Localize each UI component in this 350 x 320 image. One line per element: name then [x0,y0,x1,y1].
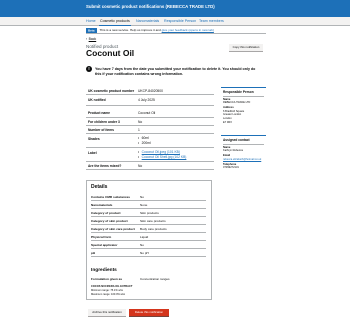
summary-key: UK cosmetic product number [88,88,135,93]
details-row: Category of skin product Skin care produ… [91,217,206,225]
warning-icon: ! [86,66,92,72]
summary-key: Product name [88,111,110,115]
panel-heading: Assigned contact [223,138,250,142]
details-row: Category of product Skin products [91,209,206,217]
details-key: Contains CMR substances [91,195,131,199]
summary-value: 1 [138,128,140,132]
divider [223,96,264,97]
details-value: Skin products [140,211,159,215]
address-line: E7 0RX [223,120,232,124]
item-details-card: Details Contains CMR substances No Nanom… [86,180,212,300]
divider [223,144,264,145]
details-row: Special applicator No [91,241,206,249]
summary-value: UKCP-84020500 [138,88,163,93]
summary-value: No [138,164,143,168]
summary-key: Number of items [88,128,115,132]
details-row: Category of skin care product Body care … [91,225,206,233]
summary-key: Label [88,151,97,155]
page-title: Coconut Oil [86,48,135,58]
summary-row: Number of items 1 [86,126,214,134]
archive-notification-button[interactable]: Archive this notification [88,309,126,316]
list-item: Coconut Oil Shell.jpg (102 KB) [138,155,187,160]
responsible-person-name: REBECCA TRADE LTD [223,101,251,104]
details-value: No [140,195,144,199]
details-key: Special applicator [91,243,118,247]
nav-item-nanomaterials[interactable]: Nanomaterials [136,19,159,23]
summary-row: Label Coconut Oil.jpeg (101 KB) Coconut … [86,148,214,162]
details-key: pH [91,251,96,255]
summary-row: For children under 3 No [86,118,214,126]
details-key: Physical form [91,235,112,239]
summary-row: UK cosmetic product number UKCP-84020500 [86,87,214,95]
summary-value: Coconut Oil [138,111,156,115]
divider [86,33,266,34]
warning-message: You have 7 days from the date you submit… [95,66,256,76]
details-value: Body care products [140,227,167,231]
assigned-contact-panel: Assigned contact Name Kathryn Rebecca Em… [221,135,266,173]
chevron-left-icon: ‹ [86,37,88,41]
beta-text: This is a new service. Help us improve i… [99,28,161,32]
contact-email-link[interactable]: rebecca.elizabeth@hotmail.co.uk [223,158,264,161]
summary-key: For children under 3 [88,120,120,124]
label-image-link[interactable]: Coconut Oil Shell.jpg (102 KB) [142,155,187,159]
details-row: Physical form Liquid [91,233,206,241]
ingredients-heading: Ingredients [91,267,117,273]
shades-list: 60ml 200ml [138,136,151,146]
summary-value: 4 July 2025 [138,97,155,102]
details-value: Concentration ranges [140,277,170,281]
primary-nav: Home Cosmetic products Nanomaterials Res… [0,17,350,26]
details-row: pH No pH [91,249,206,257]
summary-key: Shades [88,136,100,141]
copy-notification-button[interactable]: Copy this notification [229,44,263,51]
summary-key: UK notified [88,97,106,102]
nav-item-home[interactable]: Home [86,19,96,23]
back-link[interactable]: ‹ Back [86,37,96,41]
label-image-link[interactable]: Coconut Oil.jpeg (101 KB) [142,150,180,154]
ingredient-range: Maximum range: 100.0% w/w [91,292,126,296]
details-row: Contains CMR substances No [91,193,206,201]
beta-tag: Beta [86,27,97,33]
nav-item-team-members[interactable]: Team members [199,19,224,23]
contact-phone: 07399272131 [223,166,239,170]
phase-banner: Beta This is a new service. Help us impro… [86,27,214,33]
summary-row: Product name Coconut Oil [86,106,214,118]
nav-item-responsible-person[interactable]: Responsible Person [164,19,196,23]
summary-row: Are the items mixed? No [86,162,214,170]
details-key: Category of skin product [91,219,128,223]
details-value: None [140,203,148,207]
summary-row: Shades 60ml 200ml [86,134,214,148]
nav-item-cosmetic-products[interactable]: Cosmetic products [99,19,131,26]
details-key: Formulation given as [91,277,123,281]
delete-notification-button[interactable]: Delete this notification [129,309,169,316]
service-title[interactable]: Submit cosmetic product notifications (R… [86,4,215,9]
header-bar: Submit cosmetic product notifications (R… [0,0,350,17]
contact-name: Kathryn Rebecca [223,149,243,152]
details-row: Nanomaterials None [91,201,206,209]
details-value: Liquid [140,235,149,239]
details-value: No [140,243,144,247]
feedback-link[interactable]: give your feedback (opens in new tab) [162,28,214,32]
summary-value: No [138,120,143,124]
panel-heading: Responsible Person [223,90,254,94]
label-image-list: Coconut Oil.jpeg (101 KB) Coconut Oil Sh… [138,150,187,160]
list-item: 200ml [138,141,151,146]
list-item: 60ml [138,136,151,141]
summary-key: Are the items mixed? [88,164,122,168]
details-key: Category of skin care product [91,227,135,231]
details-heading: Details [91,184,108,190]
back-label: Back [88,37,97,41]
summary-row: UK notified 4 July 2025 [86,95,214,106]
responsible-person-panel: Responsible Person Name REBECCA TRADE LT… [221,87,266,129]
details-key: Category of product [91,211,121,215]
details-value: No pH [140,251,149,255]
ingredient-name: COCOS NUCIFERA OIL EXTRACT [91,285,133,288]
details-key: Nanomaterials [91,203,113,207]
details-value: Skin care products [140,219,166,223]
